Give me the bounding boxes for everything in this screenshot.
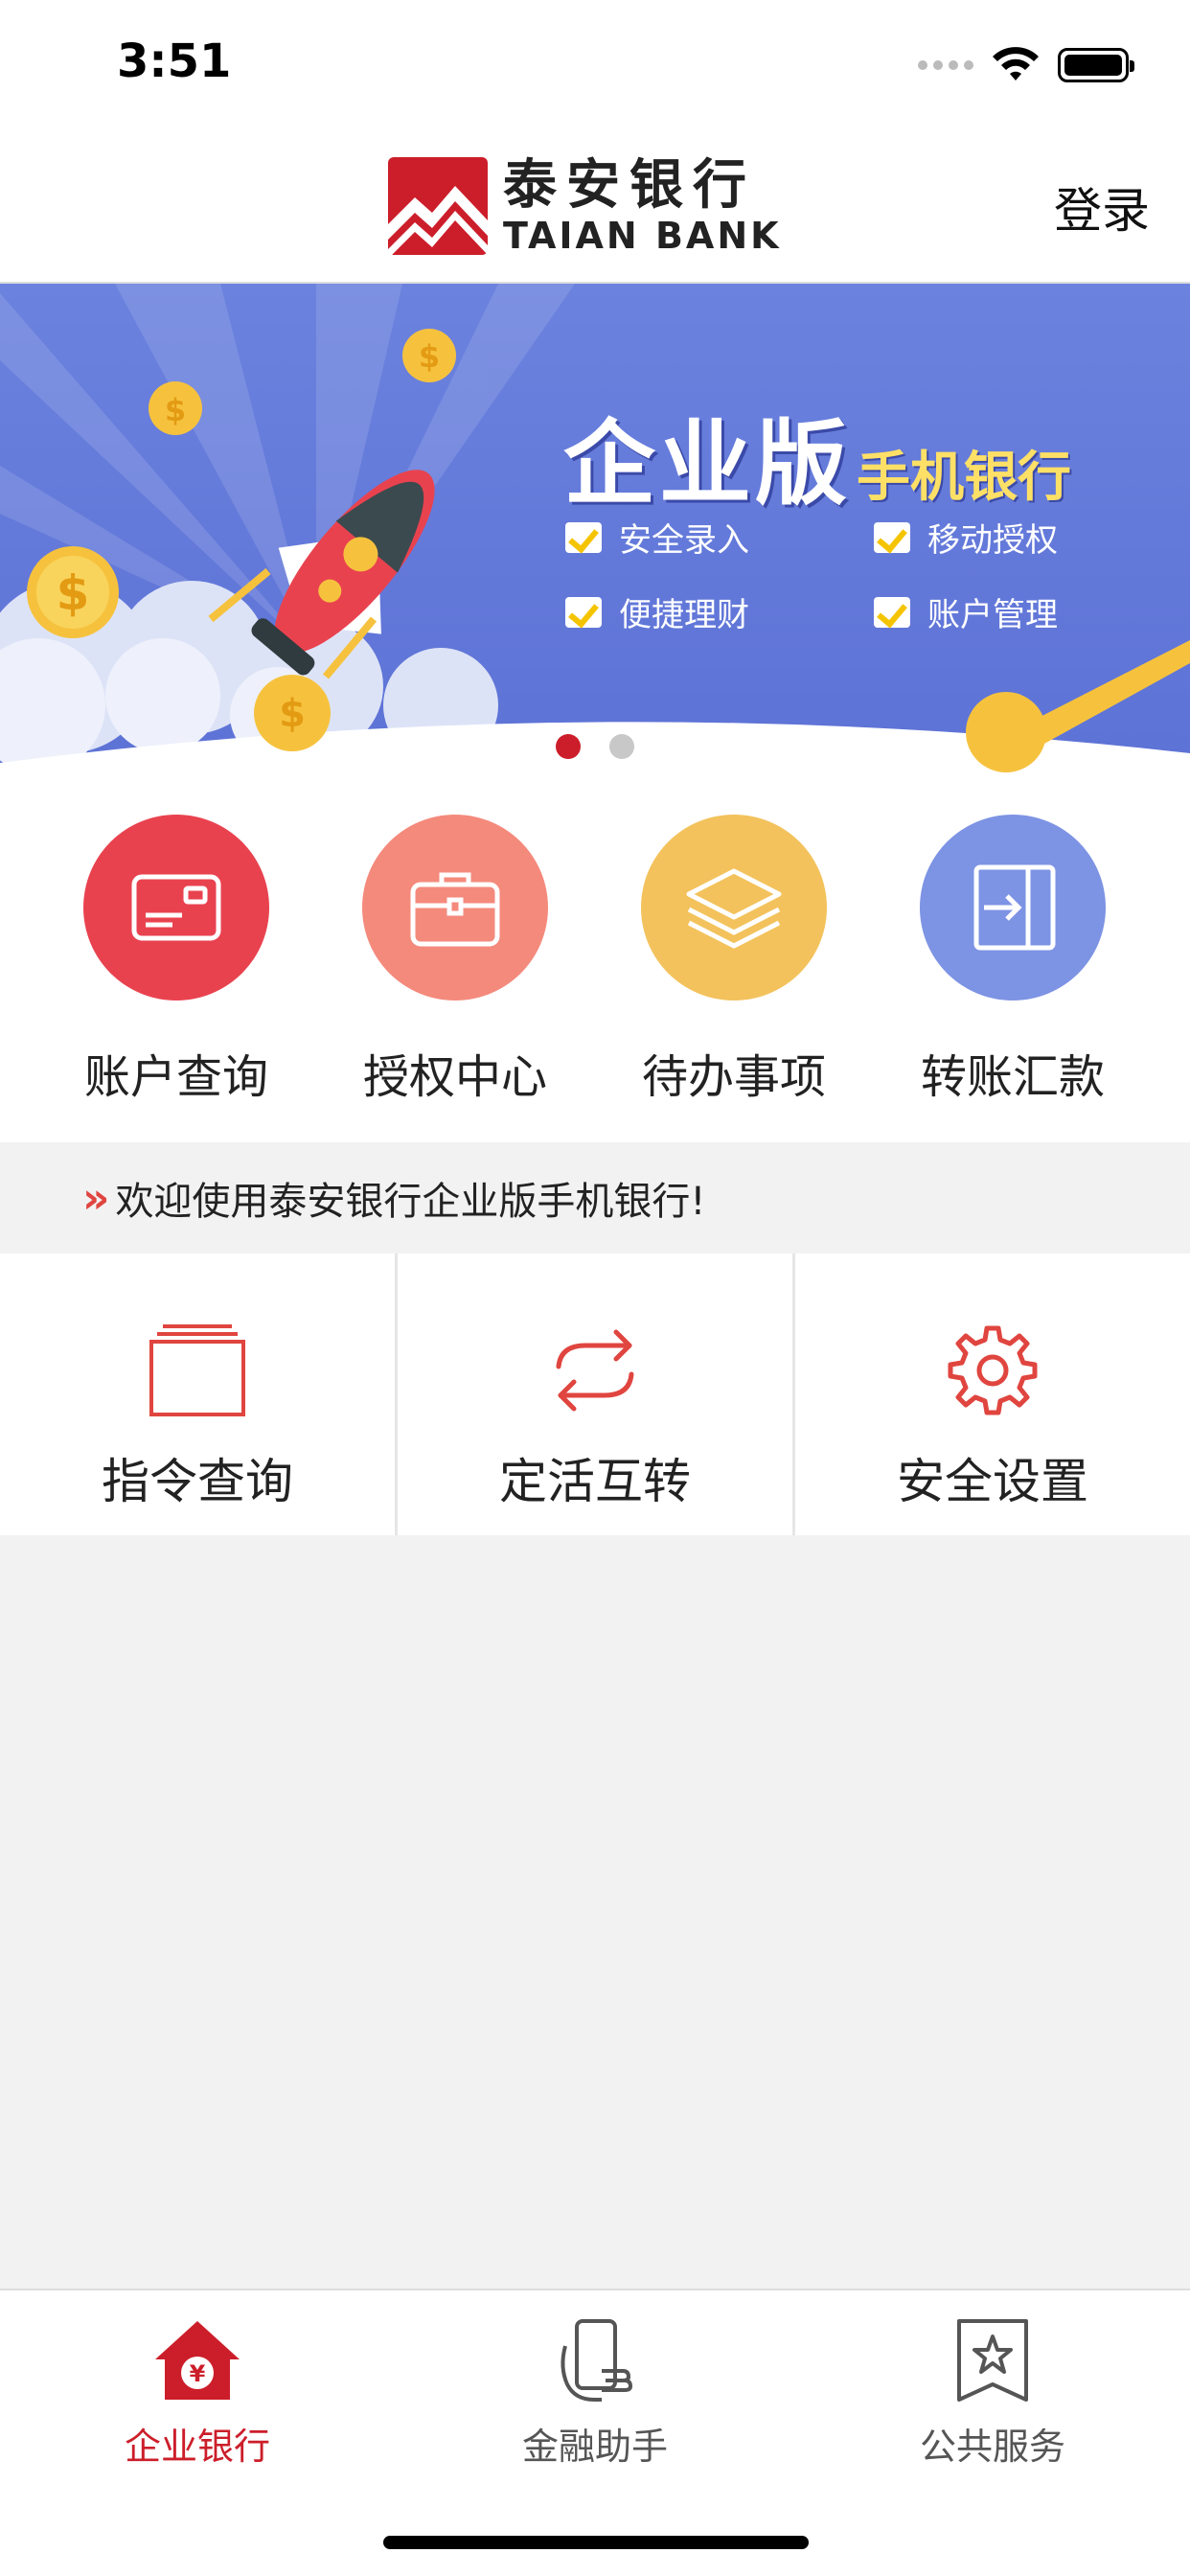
banner-title: 企业版 手机银行 <box>563 389 1071 522</box>
app-header: 泰安银行 TAIAN BANK 登录 <box>0 125 1190 284</box>
promo-banner[interactable]: $ $ $ $ 企业版 手机银行 安全录入 移动授权 便捷理财 账户管理 <box>0 284 1190 772</box>
checkbox-icon <box>874 521 910 553</box>
logo-english-name: TAIAN BANK <box>503 215 782 257</box>
refresh-arrows-icon <box>556 1329 634 1412</box>
tab-label: 金融助手 <box>521 2426 668 2468</box>
quick-item-account-query[interactable]: 账户查询 <box>37 815 315 1106</box>
function-fixed-demand-transfer[interactable]: 定活互转 <box>398 1254 792 1535</box>
double-chevron-icon: » <box>82 1173 110 1223</box>
layers-icon <box>641 815 827 1000</box>
bottom-tab-bar: ¥ 企业银行 金融助手 公共服务 <box>0 2288 1190 2576</box>
home-indicator[interactable] <box>383 2536 809 2549</box>
phone-hand-icon <box>561 2319 632 2402</box>
quick-menu: 账户查询 授权中心 待办事项 转账汇款 <box>0 772 1190 1142</box>
banner-title-main: 企业版 <box>563 410 851 518</box>
briefcase-icon <box>362 815 548 1000</box>
logo-chinese-name: 泰安银行 <box>503 153 756 217</box>
tab-public-services[interactable]: 公共服务 <box>849 2317 1136 2470</box>
svg-text:¥: ¥ <box>190 2360 206 2387</box>
banner-feature: 账户管理 <box>874 588 1058 635</box>
status-time: 3:51 <box>117 34 232 88</box>
function-instruction-query[interactable]: 指令查询 <box>0 1254 395 1535</box>
function-security-settings[interactable]: 安全设置 <box>795 1254 1190 1535</box>
bank-home-icon: ¥ <box>155 2321 240 2400</box>
checkbox-icon <box>565 521 602 553</box>
carousel-dot[interactable] <box>609 734 634 759</box>
status-bar: 3:51 <box>0 0 1190 125</box>
quick-item-label: 授权中心 <box>362 1050 547 1104</box>
banner-feature: 便捷理财 <box>565 588 749 635</box>
function-label: 定活互转 <box>499 1454 691 1509</box>
gear-icon <box>948 1325 1038 1415</box>
function-label: 指令查询 <box>102 1454 293 1509</box>
quick-item-todo[interactable]: 待办事项 <box>595 815 873 1106</box>
stack-pages-icon <box>149 1324 245 1416</box>
login-button[interactable]: 登录 <box>1054 172 1150 242</box>
card-icon <box>83 815 269 1000</box>
bank-logo-mark-icon <box>388 157 488 255</box>
svg-text:$: $ <box>165 392 186 428</box>
battery-icon <box>1058 48 1134 82</box>
welcome-notice: » 欢迎使用泰安银行企业版手机银行! <box>0 1142 1190 1254</box>
bookmark-star-icon <box>957 2319 1028 2402</box>
transfer-in-icon <box>920 815 1106 1000</box>
banner-feature: 安全录入 <box>565 514 749 561</box>
quick-item-label: 待办事项 <box>641 1050 826 1104</box>
banner-title-sub: 手机银行 <box>857 447 1071 509</box>
carousel-indicator <box>0 734 1190 759</box>
function-grid: 指令查询 定活互转 安全设置 <box>0 1254 1190 1535</box>
quick-item-transfer[interactable]: 转账汇款 <box>874 815 1152 1106</box>
quick-item-label: 转账汇款 <box>920 1050 1105 1104</box>
tab-label: 企业银行 <box>124 2426 270 2468</box>
banner-feature: 移动授权 <box>874 514 1058 561</box>
status-icons <box>918 46 1134 84</box>
tab-corporate-banking[interactable]: ¥ 企业银行 <box>54 2317 341 2470</box>
carousel-dot-active[interactable] <box>556 734 581 759</box>
tab-label: 公共服务 <box>919 2426 1065 2468</box>
welcome-notice-text: 欢迎使用泰安银行企业版手机银行! <box>115 1180 706 1224</box>
svg-text:$: $ <box>57 565 90 621</box>
tab-financial-assistant[interactable]: 金融助手 <box>451 2317 739 2470</box>
checkbox-icon <box>874 596 910 628</box>
quick-item-label: 账户查询 <box>83 1050 268 1104</box>
bank-logo: 泰安银行 TAIAN BANK <box>388 155 782 257</box>
quick-item-authorization[interactable]: 授权中心 <box>316 815 594 1106</box>
coin-icon: $ <box>27 546 119 638</box>
function-label: 安全设置 <box>897 1454 1088 1509</box>
svg-text:$: $ <box>279 692 306 736</box>
signal-icon <box>918 60 973 70</box>
checkbox-icon <box>565 596 602 628</box>
svg-text:$: $ <box>419 338 440 375</box>
wifi-icon <box>993 47 1039 80</box>
